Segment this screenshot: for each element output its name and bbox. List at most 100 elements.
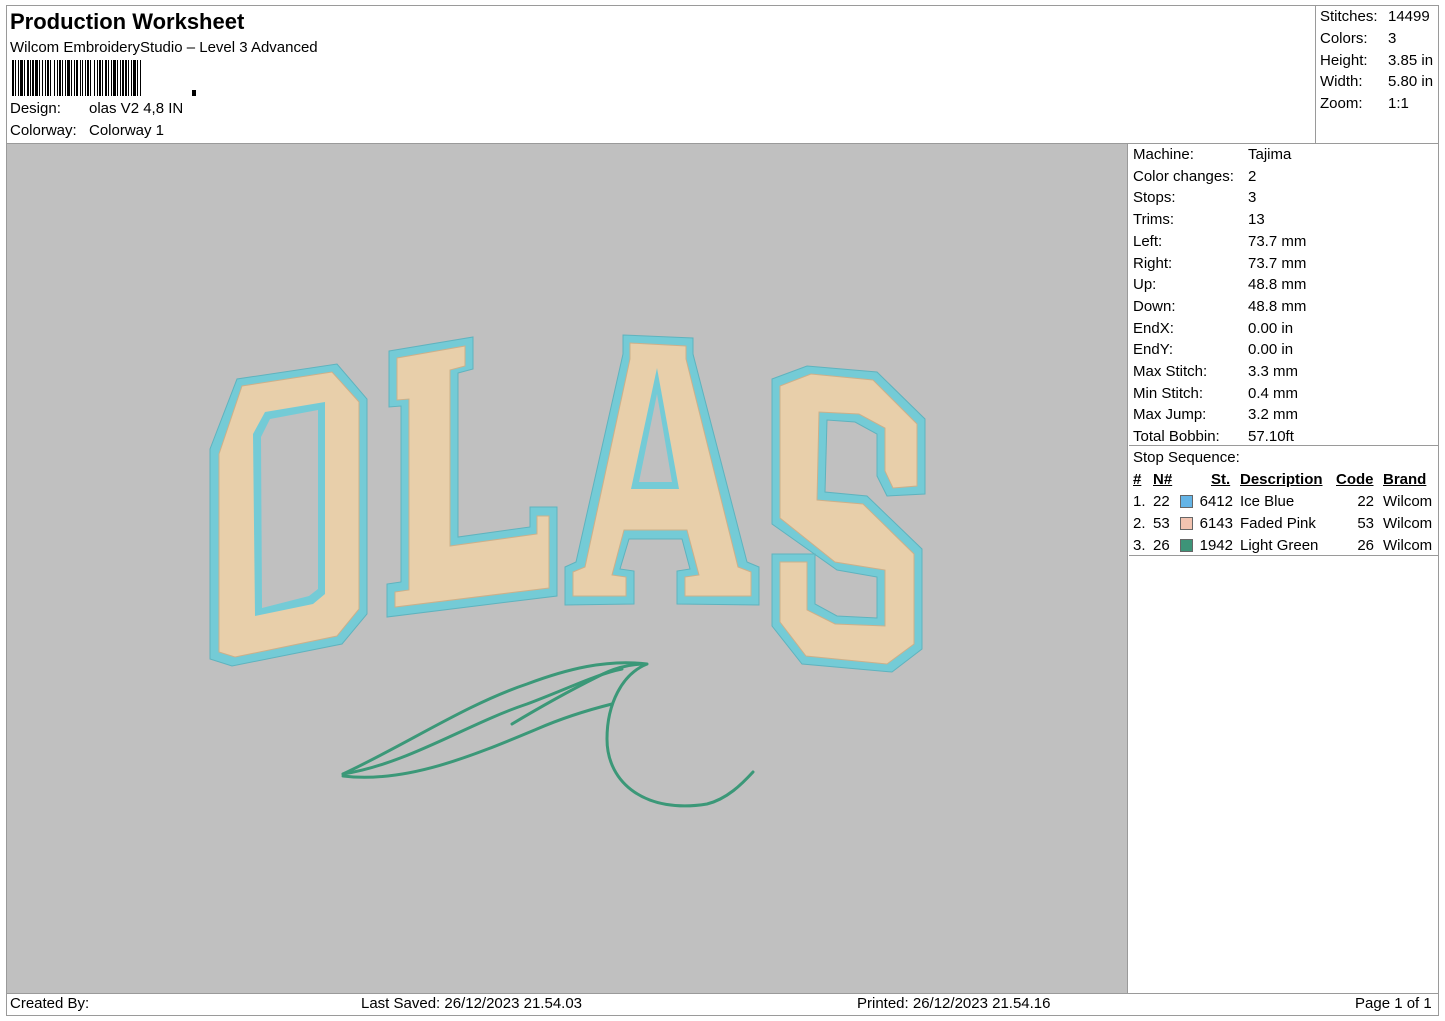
info-row: Left: 73.7 mm bbox=[1133, 233, 1306, 250]
info-label: Total Bobbin: bbox=[1133, 428, 1220, 446]
info-row: EndX: 0.00 in bbox=[1133, 320, 1293, 337]
stop-cell-brand: Wilcom bbox=[1383, 515, 1433, 532]
info-value: 48.8 mm bbox=[1248, 276, 1307, 294]
last-saved: Last Saved: 26/12/2023 21.54.03 bbox=[361, 995, 583, 1012]
stop-cell-n: 26 bbox=[1153, 537, 1170, 554]
info-label: Down: bbox=[1133, 297, 1176, 315]
info-value: 3.2 mm bbox=[1248, 406, 1299, 424]
info-row: Stops: 3 bbox=[1133, 189, 1256, 206]
software-name: Wilcom EmbroideryStudio – Level 3 Advanc… bbox=[10, 39, 318, 56]
info-row: Up: 48.8 mm bbox=[1133, 276, 1306, 293]
info-row: Right: 73.7 mm bbox=[1133, 255, 1306, 272]
height-value: 3.85 in bbox=[1388, 52, 1434, 69]
col-brand-header: Brand bbox=[1383, 471, 1427, 488]
info-value: 13 bbox=[1248, 211, 1265, 229]
design-stats: Stitches: 14499 Colors: 3 Height: 3.85 in W… bbox=[1315, 6, 1439, 143]
stop-cell-n: 53 bbox=[1153, 515, 1170, 532]
info-value: 48.8 mm bbox=[1248, 297, 1307, 315]
stop-cell-brand: Wilcom bbox=[1383, 537, 1433, 554]
stop-cell-code: 22 bbox=[1357, 493, 1374, 510]
wave-motif bbox=[341, 661, 755, 808]
col-n-header: N# bbox=[1153, 471, 1173, 488]
info-value: 3.3 mm bbox=[1248, 363, 1299, 380]
info-row: Total Bobbin: 57.10ft bbox=[1133, 428, 1294, 445]
design-label: Design: bbox=[10, 100, 61, 117]
machine-info-panel: Stop Sequence: # N# St. Description Code… bbox=[1129, 144, 1439, 993]
stitches-label: Stitches: bbox=[1320, 8, 1378, 25]
thread-color-swatch bbox=[1180, 517, 1193, 530]
info-value: 73.7 mm bbox=[1248, 232, 1307, 250]
stop-cell-st: 1942 bbox=[1199, 537, 1233, 554]
stop-cell-description: Ice Blue bbox=[1240, 493, 1295, 510]
page-title: Production Worksheet bbox=[10, 9, 245, 34]
info-label: Right: bbox=[1133, 254, 1173, 272]
panel-divider bbox=[1129, 445, 1439, 446]
info-row: Color changes: 2 bbox=[1133, 168, 1256, 185]
info-label: Machine: bbox=[1133, 146, 1194, 163]
info-row: Max Jump: 3.2 mm bbox=[1133, 406, 1298, 423]
printed-date: Printed: 26/12/2023 21.54.16 bbox=[857, 995, 1051, 1012]
info-label: Max Stitch: bbox=[1133, 363, 1208, 380]
info-row: Min Stitch: 0.4 mm bbox=[1133, 385, 1298, 402]
stitches-stat: Stitches: 14499 bbox=[1320, 8, 1430, 25]
colors-value: 3 bbox=[1388, 30, 1397, 47]
info-row: Trims: 13 bbox=[1133, 211, 1265, 228]
info-value: 0.4 mm bbox=[1248, 384, 1299, 402]
embroidery-design bbox=[209, 334, 926, 808]
info-label: Max Jump: bbox=[1133, 406, 1207, 424]
design-row: Design: olas V2 4,8 IN bbox=[10, 100, 183, 117]
col-code-header: Code bbox=[1336, 471, 1374, 488]
info-label: EndY: bbox=[1133, 341, 1174, 359]
height-stat: Height: 3.85 in bbox=[1320, 52, 1433, 69]
letter-a bbox=[564, 334, 760, 606]
thread-color-swatch bbox=[1180, 539, 1193, 552]
width-label: Width: bbox=[1320, 73, 1363, 90]
letter-o bbox=[209, 363, 368, 667]
stop-cell-st: 6143 bbox=[1199, 515, 1233, 532]
info-value: 0.00 in bbox=[1248, 319, 1294, 337]
created-by: Created By: bbox=[10, 995, 90, 1012]
info-label: Stops: bbox=[1133, 189, 1176, 207]
stop-cell-description: Light Green bbox=[1240, 537, 1319, 554]
info-row: Machine: Tajima bbox=[1133, 146, 1291, 163]
zoom-label: Zoom: bbox=[1320, 95, 1363, 112]
zoom-stat: Zoom: 1:1 bbox=[1320, 95, 1409, 112]
info-row: Max Stitch: 3.3 mm bbox=[1133, 363, 1298, 380]
info-value: Tajima bbox=[1248, 146, 1292, 163]
info-label: Left: bbox=[1133, 232, 1163, 250]
info-row: Down: 48.8 mm bbox=[1133, 298, 1306, 315]
info-label: Trims: bbox=[1133, 211, 1175, 229]
colorway-value: Colorway 1 bbox=[89, 122, 165, 139]
col-description-header: Description bbox=[1240, 471, 1323, 488]
footer-divider bbox=[7, 993, 1439, 994]
stop-cell-num: 2. bbox=[1133, 515, 1146, 532]
info-value: 3 bbox=[1248, 189, 1257, 207]
width-stat: Width: 5.80 in bbox=[1320, 73, 1433, 90]
col-num-header: # bbox=[1133, 471, 1142, 488]
col-st-header: St. bbox=[1211, 471, 1231, 488]
info-label: Color changes: bbox=[1133, 167, 1234, 185]
width-value: 5.80 in bbox=[1388, 73, 1434, 90]
letter-s bbox=[771, 365, 926, 673]
stop-cell-num: 1. bbox=[1133, 493, 1146, 510]
info-label: Min Stitch: bbox=[1133, 384, 1204, 402]
height-label: Height: bbox=[1320, 52, 1368, 69]
info-value: 0.00 in bbox=[1248, 341, 1294, 359]
stop-cell-num: 3. bbox=[1133, 537, 1146, 554]
stitches-value: 14499 bbox=[1388, 8, 1430, 25]
letter-l bbox=[386, 336, 558, 618]
colors-label: Colors: bbox=[1320, 30, 1368, 47]
design-preview bbox=[7, 144, 1128, 993]
colorway-row: Colorway: Colorway 1 bbox=[10, 122, 164, 139]
info-row: EndY: 0.00 in bbox=[1133, 341, 1293, 358]
stop-sequence-divider bbox=[1129, 555, 1439, 556]
page-number: Page 1 of 1 bbox=[1355, 995, 1432, 1012]
worksheet: Production Worksheet Wilcom EmbroiderySt… bbox=[6, 5, 1439, 1016]
colors-stat: Colors: 3 bbox=[1320, 30, 1396, 47]
colorway-label: Colorway: bbox=[10, 122, 77, 139]
design-value: olas V2 4,8 IN bbox=[89, 100, 184, 117]
header: Production Worksheet Wilcom EmbroiderySt… bbox=[7, 6, 1315, 143]
info-value: 2 bbox=[1248, 167, 1257, 185]
stop-cell-n: 22 bbox=[1153, 493, 1170, 510]
stop-cell-code: 26 bbox=[1357, 537, 1374, 554]
